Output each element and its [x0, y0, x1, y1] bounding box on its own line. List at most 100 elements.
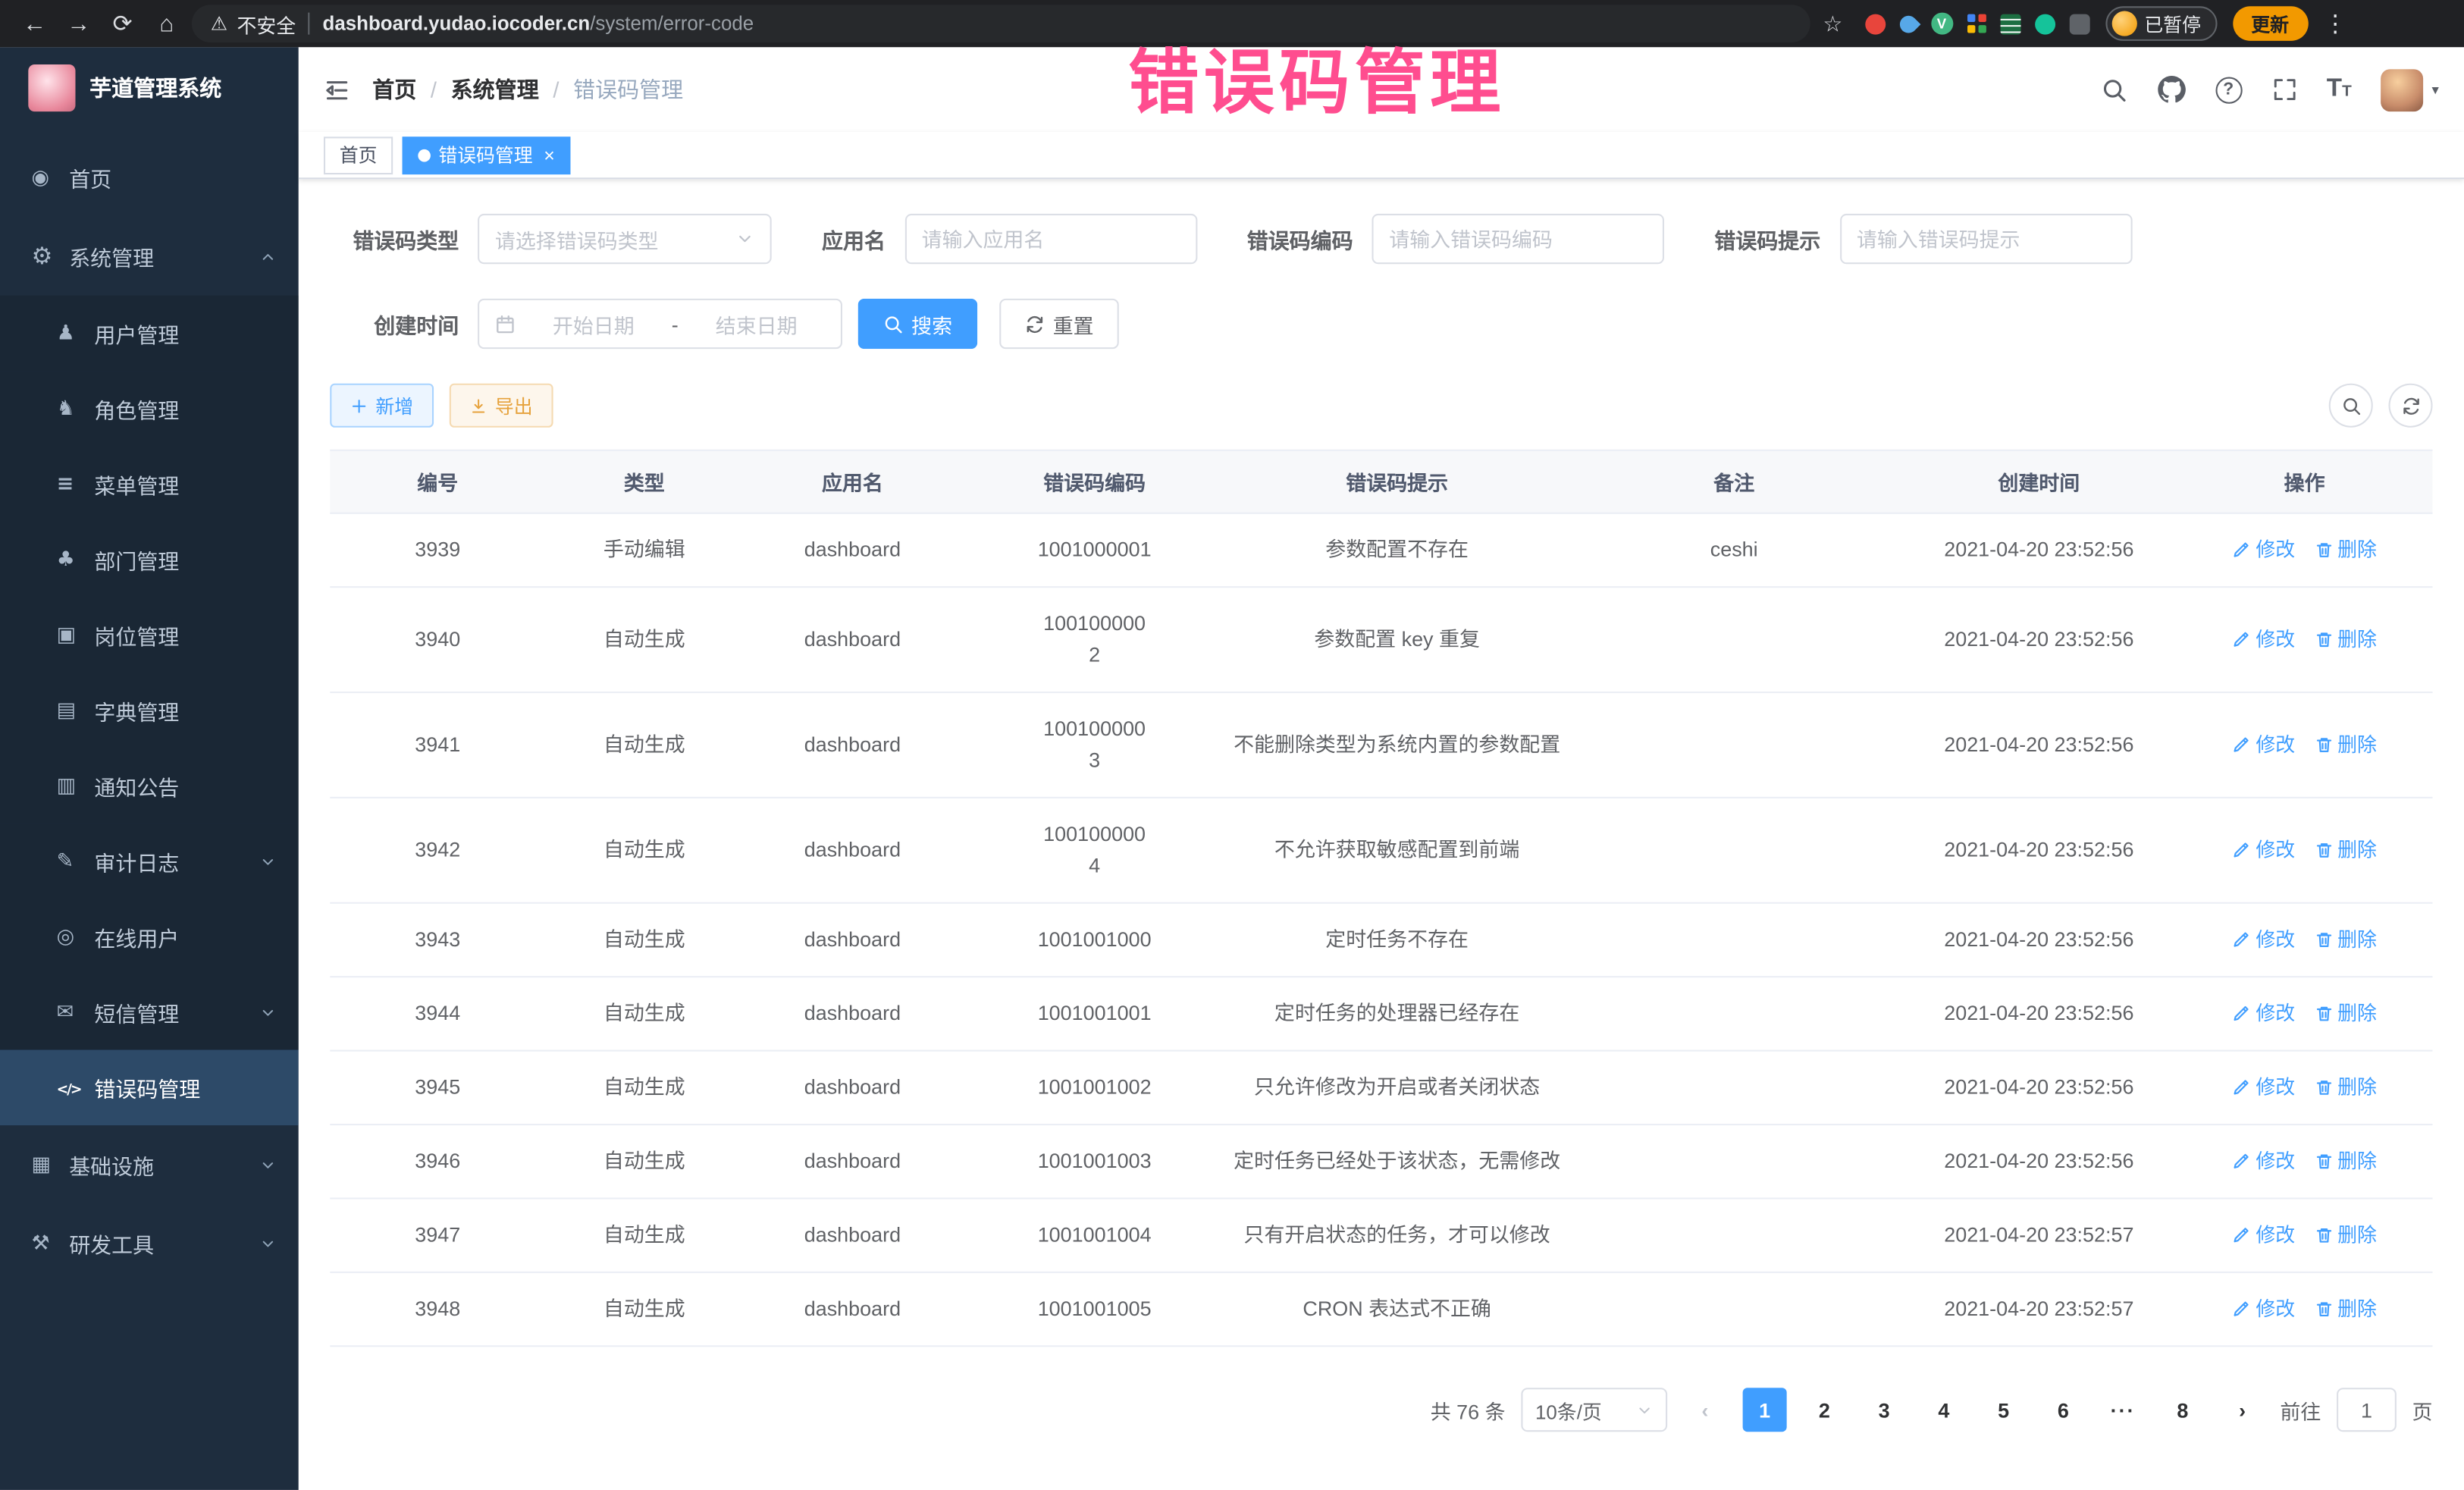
reset-button[interactable]: 重置	[999, 299, 1119, 349]
search-button[interactable]: 搜索	[858, 299, 978, 349]
extension-grid-icon[interactable]	[1967, 14, 1986, 33]
delete-link[interactable]: 删除	[2314, 998, 2377, 1029]
app-logo[interactable]: 芋道管理系统	[0, 47, 299, 129]
page-button[interactable]: 1	[1743, 1388, 1787, 1432]
update-button[interactable]: 更新	[2232, 6, 2308, 41]
extension-vue-devtools-icon[interactable]: V	[1930, 13, 1952, 35]
error-code-input[interactable]	[1372, 214, 1664, 264]
page-button[interactable]: 5	[1982, 1388, 2026, 1432]
add-button[interactable]: 新增	[330, 384, 434, 428]
fullscreen-icon[interactable]	[2271, 77, 2296, 102]
tab-item[interactable]: 首页 ×	[324, 136, 393, 174]
app-name-input[interactable]	[904, 214, 1197, 264]
delete-link[interactable]: 删除	[2314, 624, 2377, 655]
end-date-placeholder[interactable]: 结束日期	[688, 309, 825, 338]
table-row: 3942 自动生成 dashboard 100100000 4 不允许获取敏感配…	[330, 798, 2432, 904]
menu-item[interactable]: 系统管理	[0, 217, 299, 296]
menu-item[interactable]: 通知公告	[0, 748, 299, 823]
breadcrumb-item-system[interactable]: 系统管理	[451, 74, 539, 105]
error-type-select[interactable]: 请选择错误码类型	[478, 214, 772, 264]
help-icon[interactable]: ?	[2215, 77, 2242, 103]
prev-page-button[interactable]: ‹	[1683, 1388, 1727, 1432]
sidebar-toggle-icon[interactable]	[324, 77, 350, 103]
extensions-puzzle-icon[interactable]	[2069, 14, 2089, 34]
edit-link[interactable]: 修改	[2232, 998, 2295, 1029]
delete-link[interactable]: 删除	[2314, 1219, 2377, 1250]
page-button[interactable]: 6	[2041, 1388, 2085, 1432]
menu-item[interactable]: 菜单管理	[0, 447, 299, 522]
tab-close-icon[interactable]: ×	[544, 146, 555, 165]
menu-item[interactable]: 错误码管理	[0, 1050, 299, 1125]
reload-button[interactable]: ⟳	[104, 9, 142, 37]
menu-item[interactable]: 角色管理	[0, 371, 299, 446]
delete-link[interactable]: 删除	[2314, 729, 2377, 761]
search-icon[interactable]	[2100, 77, 2127, 103]
browser-menu-icon[interactable]: ⋮	[2324, 9, 2347, 37]
edit-link[interactable]: 修改	[2232, 624, 2295, 655]
menu-item-label: 通知公告	[94, 770, 276, 801]
edit-link[interactable]: 修改	[2232, 1294, 2295, 1325]
edit-link[interactable]: 修改	[2232, 924, 2295, 955]
date-range-picker[interactable]: 开始日期 - 结束日期	[478, 299, 842, 349]
forward-button[interactable]: →	[60, 10, 98, 36]
font-size-icon[interactable]: TT	[2327, 77, 2352, 102]
home-button[interactable]: ⌂	[148, 10, 186, 36]
error-hint-input[interactable]	[1839, 214, 2132, 264]
menu-item[interactable]: 在线用户	[0, 899, 299, 974]
edit-link[interactable]: 修改	[2232, 1219, 2295, 1250]
profile-paused-chip[interactable]: 已暂停	[2105, 6, 2217, 41]
bookmark-star-icon[interactable]: ☆	[1823, 10, 1842, 36]
user-menu[interactable]: ▾	[2381, 68, 2439, 111]
address-bar[interactable]: ⚠ 不安全 dashboard.yudao.iocoder.cn/system/…	[192, 5, 1810, 42]
page-button[interactable]: 8	[2161, 1388, 2205, 1432]
extension-leaf-icon[interactable]	[2034, 14, 2055, 34]
edit-link[interactable]: 修改	[2232, 535, 2295, 566]
menu-item[interactable]: 首页	[0, 138, 299, 217]
delete-link[interactable]: 删除	[2314, 1294, 2377, 1325]
tab-item[interactable]: 错误码管理 ×	[403, 136, 571, 174]
edit-link[interactable]: 修改	[2232, 1072, 2295, 1103]
error-code-table: 编号类型应用名错误码编码错误码提示备注创建时间操作 3939 手动编辑 dash…	[330, 450, 2432, 1347]
total-count: 共 76 条	[1431, 1395, 1506, 1425]
user-avatar[interactable]	[2381, 68, 2424, 111]
menu-item[interactable]: 基础设施	[0, 1125, 299, 1204]
page-button[interactable]: 3	[1862, 1388, 1906, 1432]
trash-icon	[2314, 930, 2333, 949]
table-row: 3946 自动生成 dashboard 1001001003 定时任务已经处于该…	[330, 1125, 2432, 1199]
delete-link[interactable]: 删除	[2314, 1072, 2377, 1103]
github-icon[interactable]	[2157, 75, 2185, 103]
extension-adblock-icon[interactable]	[1864, 14, 1885, 34]
extension-sheet-icon[interactable]	[2000, 14, 2020, 34]
security-status[interactable]: ⚠ 不安全	[211, 8, 296, 38]
goto-page-input[interactable]	[2337, 1388, 2397, 1432]
menu-item[interactable]: 用户管理	[0, 296, 299, 371]
refresh-table-button[interactable]	[2389, 384, 2433, 428]
edit-link[interactable]: 修改	[2232, 1146, 2295, 1177]
page-size-select[interactable]: 10条/页	[1521, 1388, 1667, 1432]
extension-drop-icon[interactable]	[1895, 11, 1920, 36]
edit-link[interactable]: 修改	[2232, 835, 2295, 866]
menu-item[interactable]: 部门管理	[0, 522, 299, 597]
delete-link[interactable]: 删除	[2314, 535, 2377, 566]
menu-item[interactable]: 短信管理	[0, 974, 299, 1049]
menu-item[interactable]: 字典管理	[0, 673, 299, 748]
edit-link[interactable]: 修改	[2232, 729, 2295, 761]
toggle-search-button[interactable]	[2329, 384, 2373, 428]
page-button[interactable]: ···	[2101, 1388, 2145, 1432]
page-buttons: 123456 ··· 8	[1743, 1388, 2205, 1432]
page-button[interactable]: 2	[1802, 1388, 1846, 1432]
menu-item[interactable]: 研发工具	[0, 1204, 299, 1283]
delete-link[interactable]: 删除	[2314, 924, 2377, 955]
cell-code: 100100000 3	[961, 693, 1227, 797]
delete-link[interactable]: 删除	[2314, 835, 2377, 866]
page-button[interactable]: 4	[1922, 1388, 1966, 1432]
start-date-placeholder[interactable]: 开始日期	[525, 309, 662, 338]
next-page-button[interactable]: ›	[2221, 1388, 2265, 1432]
delete-link[interactable]: 删除	[2314, 1146, 2377, 1177]
menu-item[interactable]: 审计日志	[0, 823, 299, 899]
back-button[interactable]: ←	[16, 10, 54, 36]
cell-remark	[1566, 1215, 1901, 1256]
breadcrumb-item-home[interactable]: 首页	[372, 74, 416, 105]
export-button[interactable]: 导出	[450, 384, 553, 428]
menu-item[interactable]: 岗位管理	[0, 598, 299, 673]
